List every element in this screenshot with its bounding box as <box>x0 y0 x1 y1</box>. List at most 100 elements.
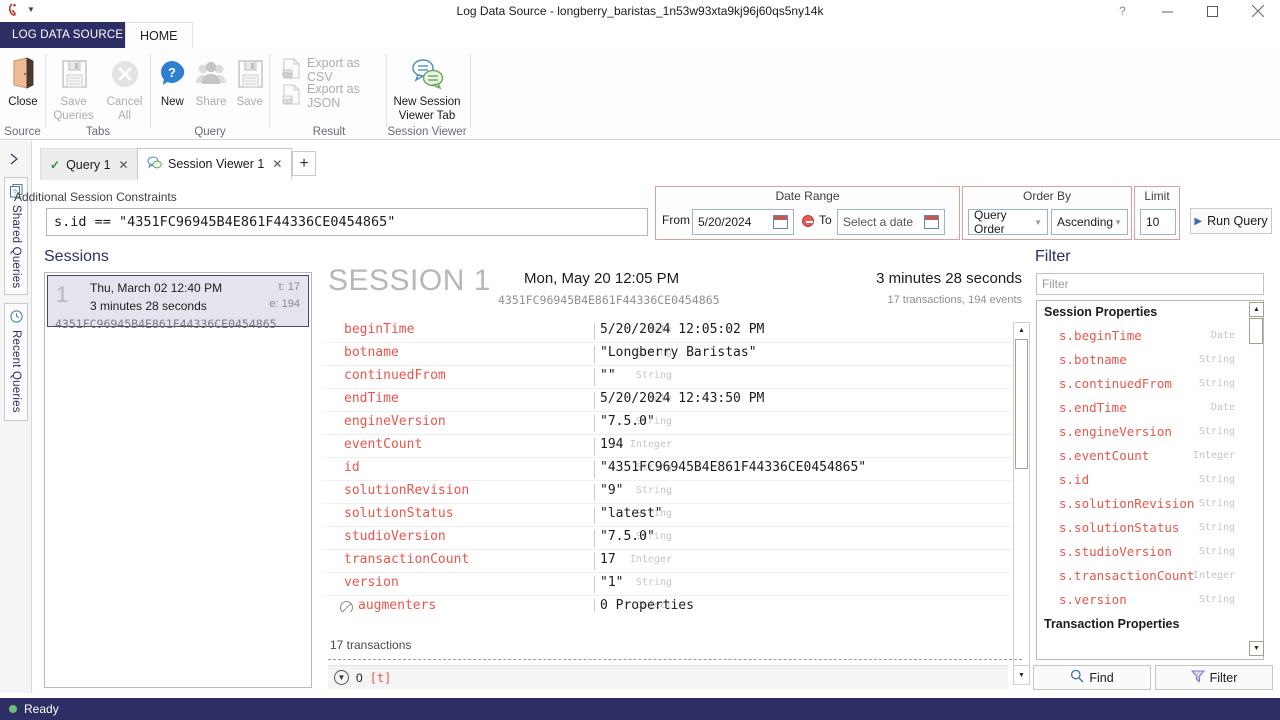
property-row[interactable]: versionString"1" <box>322 573 1012 596</box>
filter-property-name: s.continuedFrom <box>1059 376 1172 391</box>
maximize-button[interactable] <box>1190 0 1235 22</box>
property-row[interactable]: eventCountInteger194 <box>322 435 1012 458</box>
property-row-object[interactable]: augmentersObject0 Properties <box>322 596 1012 612</box>
filter-property-row[interactable]: s.idString <box>1037 469 1263 493</box>
export-as-json-button[interactable]: JSON Export as JSON <box>278 83 386 109</box>
transaction-scroll-down-button[interactable]: ▼ <box>1013 665 1030 685</box>
filter-property-row[interactable]: s.engineVersionString <box>1037 421 1263 445</box>
add-tab-button[interactable]: + <box>292 151 316 176</box>
close-button[interactable]: Close <box>0 48 49 109</box>
calendar-icon[interactable] <box>773 215 788 229</box>
divider <box>594 553 595 570</box>
group-label-source: Source <box>0 126 45 138</box>
close-icon[interactable]: ✕ <box>272 157 282 171</box>
scroll-thumb[interactable] <box>1015 339 1028 469</box>
side-strip: ? Shared Queries Recent Queries <box>0 141 32 693</box>
save-queries-button[interactable]: SaveQueries <box>48 48 99 123</box>
divider <box>594 346 595 363</box>
tab-home[interactable]: HOME <box>125 22 193 48</box>
divider <box>594 530 595 547</box>
tab-session-viewer-1[interactable]: Session Viewer 1 ✕ <box>137 148 292 180</box>
filter-property-name: s.engineVersion <box>1059 424 1172 439</box>
additional-session-constraints-label: Additional Session Constraints <box>14 190 177 204</box>
window-title: Log Data Source - longberry_baristas_1n5… <box>0 0 1280 22</box>
run-query-button[interactable]: ▶ Run Query <box>1190 208 1272 234</box>
property-name: engineVersion <box>344 414 446 429</box>
filter-property-row[interactable]: s.eventCountInteger <box>1037 445 1263 469</box>
property-row[interactable]: botnameString"Longberry Baristas" <box>322 343 1012 366</box>
export-as-csv-button[interactable]: CSV Export as CSV <box>278 57 386 83</box>
property-row[interactable]: endTimeDate5/20/2024 12:43:50 PM <box>322 389 1012 412</box>
filter-property-row[interactable]: s.endTimeDate <box>1037 397 1263 421</box>
sidebar-item-recent-queries[interactable]: Recent Queries <box>4 303 28 421</box>
divider <box>594 438 595 455</box>
property-row[interactable]: beginTimeDate5/20/2024 12:05:02 PM <box>322 320 1012 343</box>
scroll-up-button[interactable]: ▲ <box>1014 323 1029 338</box>
filter-property-row[interactable]: s.transactionCountInteger <box>1037 565 1263 589</box>
limit-input[interactable]: 10 <box>1140 209 1176 235</box>
filter-property-type: String <box>1199 498 1235 509</box>
property-row[interactable]: solutionStatusString"latest" <box>322 504 1012 527</box>
help-button[interactable]: ? <box>1100 0 1145 22</box>
new-query-button[interactable]: ? New <box>153 48 192 109</box>
filter-property-row[interactable]: s.studioVersionString <box>1037 541 1263 565</box>
property-row[interactable]: engineVersionString"7.5.0" <box>322 412 1012 435</box>
filter-input[interactable]: Filter <box>1036 273 1264 295</box>
property-name: beginTime <box>344 322 414 337</box>
export-as-json-label: Export as JSON <box>307 82 382 110</box>
play-icon: ▶ <box>1194 216 1202 227</box>
sessions-list[interactable]: 1 Thu, March 02 12:40 PM 3 minutes 28 se… <box>44 272 312 688</box>
sidebar-item-recent-queries-label: Recent Queries <box>10 330 22 413</box>
calendar-icon[interactable] <box>924 215 939 229</box>
property-value: "7.5.0" <box>600 414 655 429</box>
floppy-icon <box>59 54 89 94</box>
close-window-button[interactable] <box>1235 0 1280 22</box>
property-row[interactable]: solutionRevisionString"9" <box>322 481 1012 504</box>
find-button[interactable]: Find <box>1033 665 1151 690</box>
property-row[interactable]: transactionCountInteger17 <box>322 550 1012 573</box>
session-properties-list[interactable]: beginTimeDate5/20/2024 12:05:02 PMbotnam… <box>322 320 1012 612</box>
filter-property-row[interactable]: s.botnameString <box>1037 349 1263 373</box>
property-row[interactable]: continuedFromString"" <box>322 366 1012 389</box>
divider <box>594 323 595 340</box>
filter-scroll-thumb[interactable] <box>1249 318 1263 344</box>
run-query-label: Run Query <box>1207 214 1267 228</box>
order-by-field-select[interactable]: Query Order ▼ <box>968 209 1048 235</box>
group-label-tabs: Tabs <box>46 126 150 138</box>
filter-property-row[interactable]: s.continuedFromString <box>1037 373 1263 397</box>
filter-property-row[interactable]: s.solutionRevisionString <box>1037 493 1263 517</box>
new-session-viewer-tab-button[interactable]: New SessionViewer Tab <box>387 48 467 123</box>
share-button[interactable]: Share <box>192 48 231 109</box>
filter-button[interactable]: Filter <box>1155 665 1273 690</box>
session-list-item[interactable]: 1 Thu, March 02 12:40 PM 3 minutes 28 se… <box>47 275 309 327</box>
property-row[interactable]: studioVersionString"7.5.0" <box>322 527 1012 550</box>
filter-properties-list[interactable]: Session Properties s.beginTimeDates.botn… <box>1036 300 1264 660</box>
filter-property-row[interactable]: s.solutionStatusString <box>1037 517 1263 541</box>
order-by-direction-select[interactable]: Ascending ▼ <box>1051 209 1128 235</box>
filter-property-row[interactable]: s.versionString <box>1037 589 1263 613</box>
cancel-all-button[interactable]: CancelAll <box>99 48 150 123</box>
detail-scrollbar[interactable]: ▲ <box>1013 322 1030 670</box>
sessions-title: Sessions <box>44 248 109 266</box>
save-query-button[interactable]: Save <box>230 48 269 109</box>
property-value: 0 Properties <box>600 598 694 612</box>
chevron-down-icon: ▼ <box>1034 218 1042 227</box>
tab-query-1[interactable]: ✓ Query 1 ✕ <box>40 148 139 180</box>
close-icon[interactable]: ✕ <box>119 158 129 172</box>
pin-icon[interactable] <box>8 153 22 168</box>
chevron-down-circle-icon[interactable]: ▼ <box>334 670 349 685</box>
property-row[interactable]: idString"4351FC96945B4E861F44336CE045486… <box>322 458 1012 481</box>
filter-scroll-down-button[interactable]: ▼ <box>1249 641 1264 656</box>
tab-log-data-source[interactable]: LOG DATA SOURCE <box>0 22 135 48</box>
minimize-button[interactable] <box>1145 0 1190 22</box>
filter-property-type: String <box>1199 522 1235 533</box>
property-name: augmenters <box>358 598 436 612</box>
date-to-input[interactable]: Select a date <box>837 209 945 235</box>
transaction-row[interactable]: ▼ 0 [t] <box>328 665 1008 689</box>
date-from-input[interactable]: 5/20/2024 <box>692 209 794 235</box>
additional-session-constraints-input[interactable]: s.id == "4351FC96945B4E861F44336CE045486… <box>46 208 648 236</box>
limit-panel: Limit 10 <box>1134 186 1180 240</box>
filter-scroll-up-button[interactable]: ▲ <box>1249 302 1264 317</box>
filter-property-row[interactable]: s.beginTimeDate <box>1037 325 1263 349</box>
clear-date-icon[interactable] <box>802 215 814 227</box>
